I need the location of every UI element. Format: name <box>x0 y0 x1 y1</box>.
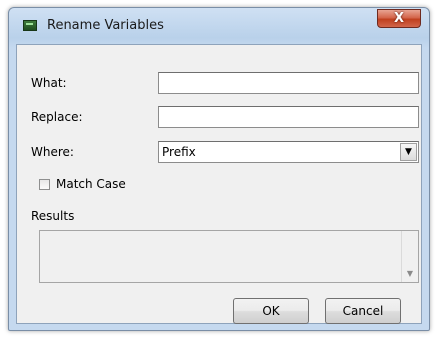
what-field[interactable] <box>158 72 419 94</box>
what-label: What: <box>31 76 67 90</box>
results-label: Results <box>31 209 75 223</box>
title-bar[interactable]: Rename Variables X <box>9 8 429 44</box>
dropdown-arrow-icon[interactable]: ▼ <box>400 143 417 161</box>
replace-label: Replace: <box>31 110 83 124</box>
what-input[interactable] <box>159 73 418 93</box>
results-list[interactable]: ▼ <box>39 230 419 283</box>
replace-input[interactable] <box>159 107 418 127</box>
match-case-option[interactable]: Match Case <box>39 177 126 191</box>
match-case-checkbox[interactable] <box>39 178 50 190</box>
where-select[interactable]: Prefix ▼ <box>158 141 419 163</box>
close-button[interactable]: X <box>377 9 421 28</box>
window-title: Rename Variables <box>47 18 164 33</box>
where-label: Where: <box>31 145 74 159</box>
app-window-icon <box>23 20 37 31</box>
cancel-button[interactable]: Cancel <box>325 298 401 324</box>
ok-button[interactable]: OK <box>233 298 309 324</box>
dialog-body: What: Replace: Where: Prefix ▼ Match Cas… <box>16 44 422 324</box>
match-case-label: Match Case <box>56 177 126 191</box>
replace-field[interactable] <box>158 106 419 128</box>
results-scrollbar[interactable]: ▼ <box>401 231 418 282</box>
scroll-down-icon[interactable]: ▼ <box>407 269 413 278</box>
dialog-window: Rename Variables X What: Replace: Where:… <box>8 7 430 331</box>
where-selected-value: Prefix <box>162 145 196 159</box>
